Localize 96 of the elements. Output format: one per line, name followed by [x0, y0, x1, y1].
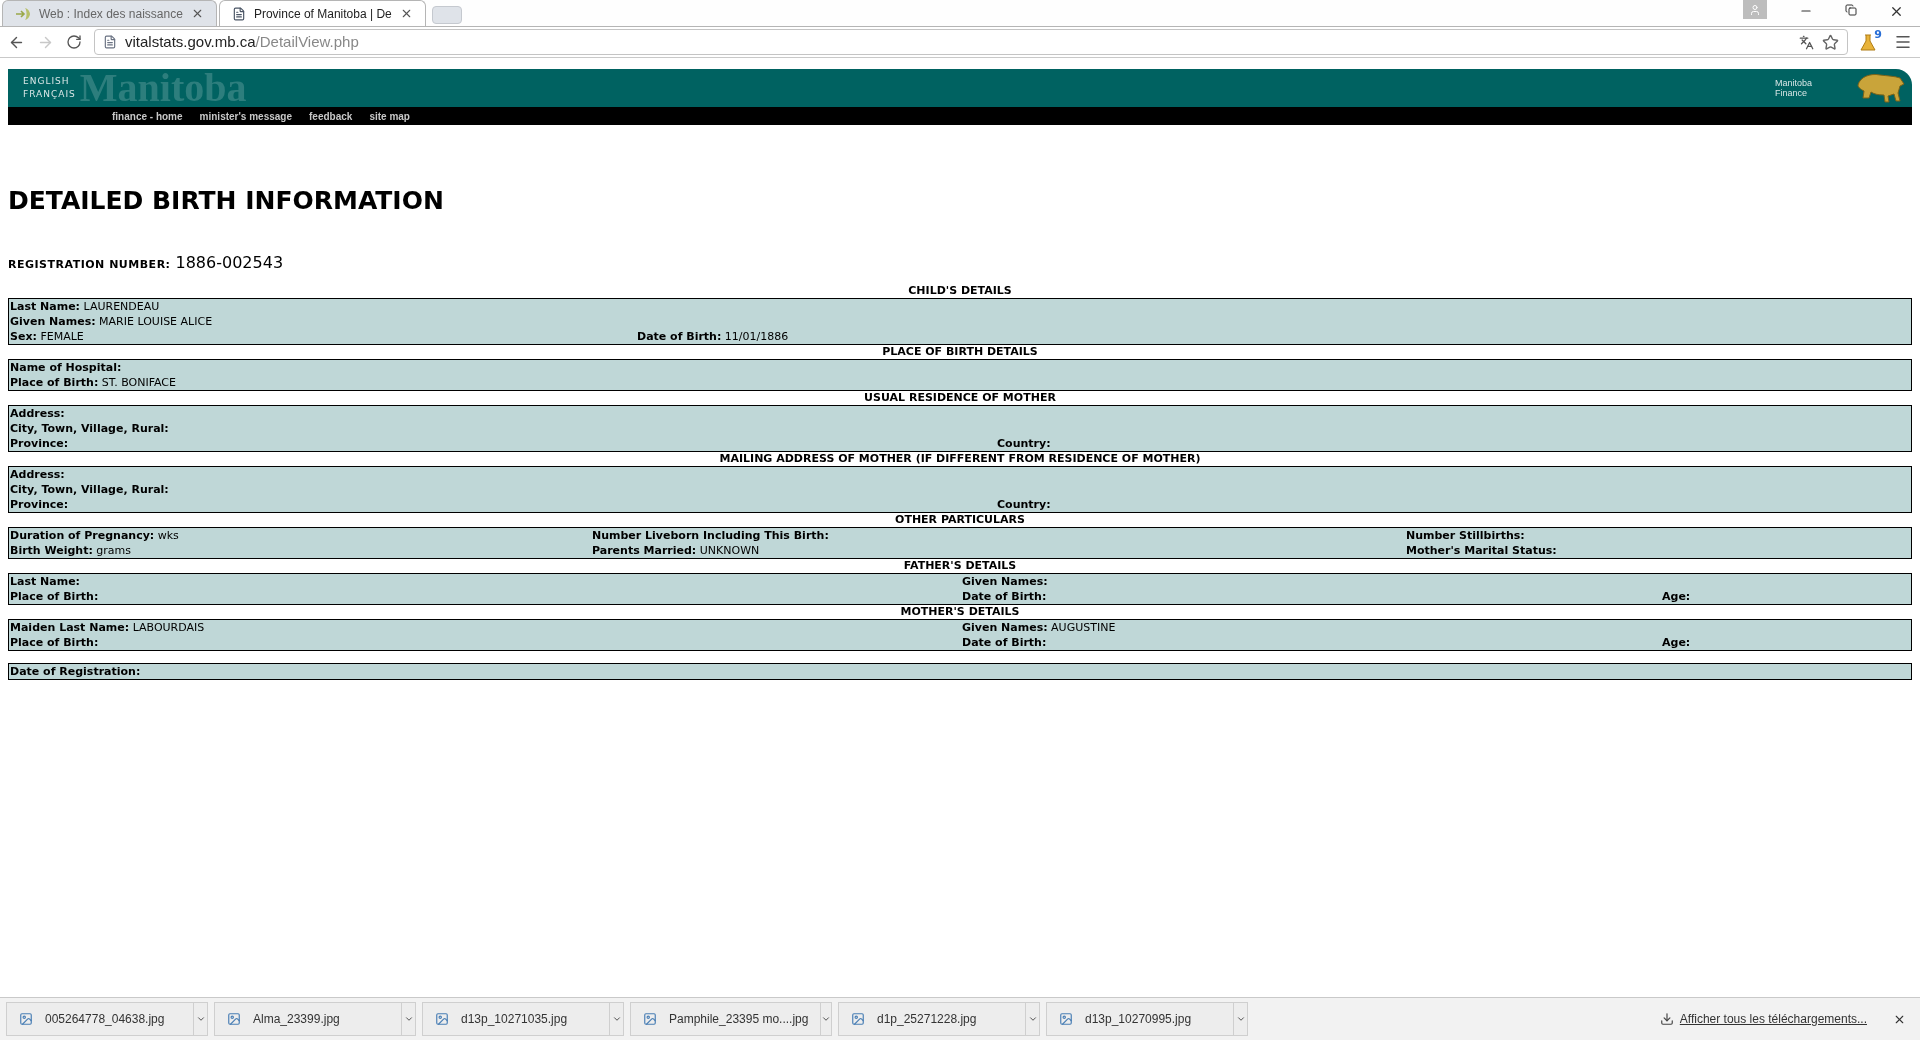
- close-icon[interactable]: [1889, 4, 1904, 19]
- download-icon: [1659, 1012, 1674, 1026]
- menu-icon[interactable]: [1894, 33, 1912, 51]
- field-label: Maiden Last Name:: [10, 621, 130, 634]
- field-value: wks: [156, 529, 179, 542]
- field-label: City, Town, Village, Rural:: [10, 483, 169, 496]
- field-value: AUGUSTINE: [1050, 621, 1116, 634]
- field-label: Given Names:: [962, 621, 1048, 634]
- restore-icon[interactable]: [1845, 4, 1857, 16]
- field-label: Province:: [10, 437, 69, 450]
- nav-link[interactable]: minister's message: [199, 108, 292, 124]
- registration-label: REGISTRATION NUMBER:: [8, 257, 171, 273]
- image-file-icon: [435, 1012, 449, 1026]
- caret-icon[interactable]: [1027, 1014, 1038, 1024]
- badge-count: 9: [1874, 29, 1882, 40]
- page-icon: [231, 6, 246, 21]
- field-label: Address:: [10, 468, 65, 481]
- browser-tab[interactable]: Web : Index des naissance: [2, 0, 217, 26]
- url-text: vitalstats.gov.mb.ca/DetailView.php: [125, 31, 359, 52]
- show-all-downloads-link[interactable]: Afficher tous les téléchargements...: [1679, 1010, 1867, 1028]
- field-value: grams: [95, 544, 132, 557]
- caret-icon[interactable]: [821, 1014, 832, 1024]
- field-value: 11/01/1886: [723, 330, 789, 343]
- field-value: MARIE LOUISE ALICE: [98, 315, 213, 328]
- field-label: Given Names:: [962, 575, 1048, 588]
- section-heading: FATHER'S DETAILS: [903, 559, 1017, 573]
- arrow-leaf-icon: [15, 6, 31, 21]
- nav-link[interactable]: feedback: [309, 108, 353, 124]
- field-label: Birth Weight:: [10, 544, 93, 557]
- download-item[interactable]: Alma_23399.jpg: [214, 1002, 416, 1036]
- language-link[interactable]: ENGLISH: [23, 75, 76, 88]
- image-file-icon: [1059, 1012, 1073, 1026]
- field-label: Province:: [10, 498, 69, 511]
- field-label: Age:: [1662, 590, 1691, 603]
- section-heading: USUAL RESIDENCE OF MOTHER: [864, 391, 1056, 405]
- page-title: DETAILED BIRTH INFORMATION: [8, 186, 445, 216]
- field-label: Place of Birth:: [10, 376, 99, 389]
- field-label: Country:: [997, 437, 1051, 450]
- language-link[interactable]: FRANÇAIS: [23, 88, 76, 101]
- field-value: LABOURDAIS: [131, 621, 205, 634]
- section-heading: MAILING ADDRESS OF MOTHER (IF DIFFERENT FROM RESIDENCE OF MOTHER): [719, 452, 1201, 466]
- field-label: Name of Hospital:: [10, 361, 122, 374]
- field-label: Last Name:: [10, 300, 81, 313]
- nav-link[interactable]: finance - home: [112, 108, 183, 124]
- address-bar[interactable]: vitalstats.gov.mb.ca/DetailView.php: [94, 29, 1848, 55]
- field-label: Date of Birth:: [637, 330, 722, 343]
- caret-icon[interactable]: [1235, 1014, 1246, 1024]
- field-label: Country:: [997, 498, 1051, 511]
- section-heading: CHILD'S DETAILS: [908, 284, 1012, 298]
- field-label: City, Town, Village, Rural:: [10, 422, 169, 435]
- caret-icon[interactable]: [403, 1014, 414, 1024]
- field-label: Date of Birth:: [962, 590, 1047, 603]
- reload-icon[interactable]: [66, 34, 82, 50]
- field-label: Parents Married:: [592, 544, 697, 557]
- field-label: Place of Birth:: [10, 590, 99, 603]
- field-label: Last Name:: [10, 575, 81, 588]
- section-heading: PLACE OF BIRTH DETAILS: [882, 345, 1038, 359]
- department-name: Manitoba Finance: [1774, 78, 1812, 98]
- star-icon[interactable]: [1822, 33, 1839, 51]
- field-label: Age:: [1662, 636, 1691, 649]
- field-label: Number Stillbirths:: [1406, 529, 1525, 542]
- download-item[interactable]: d1p_25271228.jpg: [838, 1002, 1040, 1036]
- registration-number: 1886-002543: [175, 252, 284, 274]
- page-icon: [103, 35, 117, 49]
- extension-button[interactable]: 9: [1860, 32, 1882, 52]
- field-value: ST. BONIFACE: [100, 376, 176, 389]
- user-icon: [1749, 3, 1761, 16]
- download-item[interactable]: d13p_10271035.jpg: [422, 1002, 624, 1036]
- section-heading: MOTHER'S DETAILS: [900, 605, 1020, 619]
- image-file-icon: [643, 1012, 657, 1026]
- field-label: Sex:: [10, 330, 37, 343]
- field-value: UNKNOWN: [698, 544, 760, 557]
- section-heading: OTHER PARTICULARS: [895, 513, 1025, 527]
- field-label: Place of Birth:: [10, 636, 99, 649]
- field-label: Duration of Pregnancy:: [10, 529, 155, 542]
- translate-icon[interactable]: [1799, 34, 1814, 50]
- caret-icon[interactable]: [195, 1014, 206, 1024]
- field-value: FEMALE: [39, 330, 84, 343]
- browser-tab[interactable]: Province of Manitoba | De: [218, 0, 426, 26]
- field-value: LAURENDEAU: [82, 300, 160, 313]
- tab-title: Web : Index des naissance: [39, 5, 183, 23]
- caret-icon[interactable]: [611, 1014, 622, 1024]
- image-file-icon: [851, 1012, 865, 1026]
- field-label: Mother's Marital Status:: [1406, 544, 1557, 557]
- nav-link[interactable]: site map: [369, 108, 410, 124]
- download-item[interactable]: 005264778_04638.jpg: [6, 1002, 208, 1036]
- download-item[interactable]: d13p_10270995.jpg: [1046, 1002, 1248, 1036]
- field-label: Address:: [10, 407, 65, 420]
- field-label: Given Names:: [10, 315, 96, 328]
- tab-title: Province of Manitoba | De: [253, 5, 392, 23]
- field-label: Number Liveborn Including This Birth:: [592, 529, 829, 542]
- download-item[interactable]: Pamphile_23395 mo....jpg: [630, 1002, 832, 1036]
- field-label: Date of Registration:: [10, 665, 141, 678]
- field-label: Date of Birth:: [962, 636, 1047, 649]
- image-file-icon: [227, 1012, 241, 1026]
- image-file-icon: [19, 1012, 33, 1026]
